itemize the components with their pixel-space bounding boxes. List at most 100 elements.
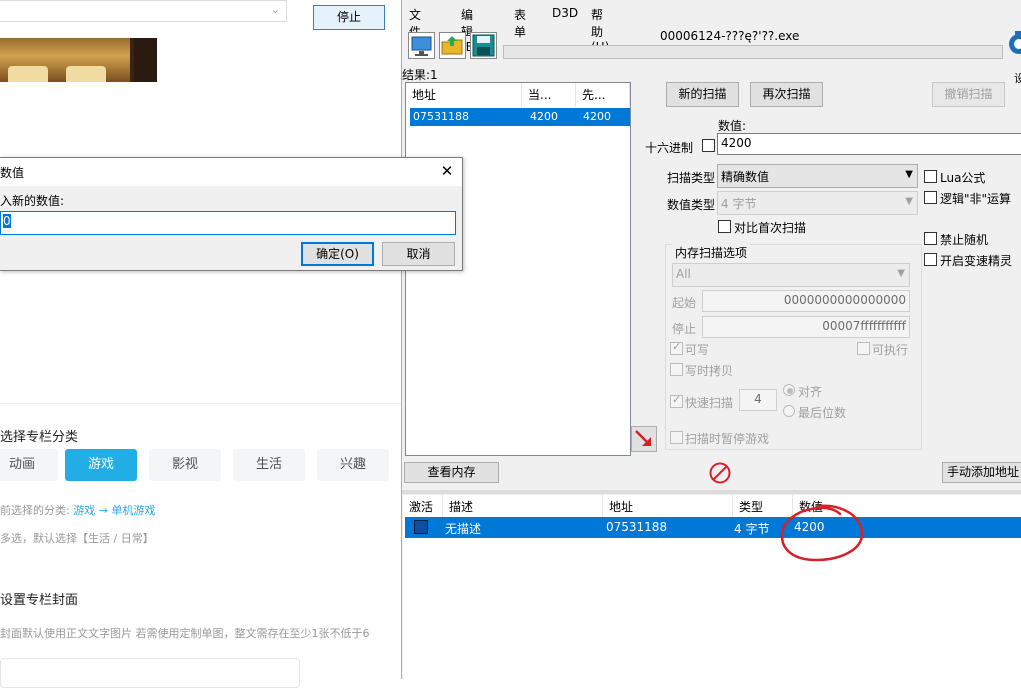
row-table-address: 07531188 [606, 520, 668, 534]
dialog-prompt: 入新的数值: [0, 194, 65, 208]
clear-list-icon[interactable] [708, 461, 732, 485]
add-address-manually-button[interactable]: 手动添加地址 [942, 462, 1021, 483]
scan-type-value: 精确数值 [721, 170, 770, 184]
last-digits-radio[interactable] [783, 405, 795, 417]
hex-checkbox[interactable] [702, 139, 715, 152]
col-type[interactable]: 类型 [733, 495, 793, 519]
selected-category-prefix: 前选择的分类: [0, 504, 70, 517]
logic-not-checkbox[interactable] [924, 191, 937, 204]
selected-category-line: 前选择的分类: 游戏 → 单机游戏 [0, 502, 155, 518]
col-previous[interactable]: 先... [576, 83, 630, 107]
scan-type-label: 扫描类型 [667, 171, 716, 185]
memory-region-value: All [676, 267, 691, 281]
select-process-icon[interactable] [408, 32, 435, 59]
undo-scan-button[interactable]: 撤销扫描 [932, 82, 1005, 107]
start-label: 起始 [672, 296, 697, 310]
cancel-button[interactable]: 取消 [382, 242, 455, 266]
col-address[interactable]: 地址 [406, 83, 522, 107]
speedhack-checkbox[interactable] [924, 253, 937, 266]
value-label: 数值: [718, 119, 747, 133]
logic-not-label: 逻辑"非"运算 [940, 192, 1012, 206]
no-random-label: 禁止随机 [940, 233, 989, 247]
col-current[interactable]: 当... [522, 83, 576, 107]
new-scan-button[interactable]: 新的扫描 [666, 82, 739, 107]
category-games-button[interactable]: 游戏 [65, 449, 137, 481]
stop-label: 停止 [672, 322, 697, 336]
arrow-down-right-icon [635, 430, 651, 446]
executable-checkbox[interactable] [857, 342, 870, 355]
fast-scan-checkbox[interactable] [670, 393, 683, 408]
view-memory-button[interactable]: 查看内存 [404, 462, 499, 483]
memory-region-select[interactable]: All ▼ [672, 263, 910, 287]
add-to-list-arrow-button[interactable] [631, 426, 657, 452]
next-scan-button[interactable]: 再次扫描 [750, 82, 823, 107]
row-value: 4200 [794, 520, 825, 534]
value-type-select[interactable]: 4 字节 ▼ [717, 191, 918, 215]
chevron-down-icon: ⌄ [270, 3, 280, 16]
category-film-button[interactable]: 影视 [149, 449, 221, 481]
ok-button[interactable]: 确定(O) [301, 242, 374, 266]
cheat-table[interactable]: 激活 描述 地址 类型 数值 无描述 07531188 4 字节 4200 [403, 495, 1021, 679]
align-radio[interactable] [783, 384, 795, 396]
open-file-icon[interactable] [439, 32, 466, 59]
value-input[interactable]: 4200 [717, 133, 1021, 155]
divider [0, 403, 401, 404]
chevron-down-icon: ▼ [897, 268, 905, 279]
top-dropdown[interactable]: ⌄ [0, 0, 287, 22]
fast-scan-input[interactable]: 4 [739, 389, 777, 411]
category-life-button[interactable]: 生活 [233, 449, 305, 481]
splitter[interactable] [402, 490, 1021, 494]
cover-upload-box[interactable] [0, 658, 300, 688]
settings-label[interactable]: 设 [1014, 70, 1021, 86]
last-digits-label: 最后位数 [798, 406, 847, 420]
category-section-title: 选择专栏分类 [0, 430, 79, 445]
stop-button[interactable]: 停止 [313, 5, 385, 30]
start-address-input[interactable]: 0000000000000000 [702, 290, 910, 312]
pause-game-checkbox[interactable] [670, 431, 683, 444]
col-active[interactable]: 激活 [403, 495, 443, 519]
menu-table[interactable]: 表单 [514, 6, 526, 40]
chevron-down-icon: ▼ [905, 169, 913, 180]
process-title: 00006124-???ę?'??.exe [660, 29, 800, 43]
table-row[interactable]: 07531188 4200 4200 [410, 108, 630, 126]
chevron-down-icon: ▼ [905, 196, 913, 207]
cover-section-title: 设置专栏封面 [0, 593, 79, 608]
pause-game-label: 扫描时暂停游戏 [685, 432, 770, 446]
compare-first-checkbox[interactable] [718, 220, 731, 233]
col-table-address[interactable]: 地址 [603, 495, 733, 519]
new-value-text: 0 [3, 214, 11, 228]
speedhack-label: 开启变速精灵 [940, 254, 1013, 268]
cheat-engine-logo-icon[interactable]: 设 [1005, 30, 1021, 90]
cheat-engine-window: 文件(F) 编辑(E) 表单 D3D 帮助(H) 00006124-???ę?'… [401, 0, 1021, 679]
col-description[interactable]: 描述 [443, 495, 603, 519]
copy-on-write-checkbox[interactable] [670, 363, 683, 376]
cover-hint: 封面默认使用正文文字图片 若需使用定制单图，整文需存在至少1张不低于6 [0, 627, 370, 640]
close-icon[interactable]: ✕ [436, 161, 458, 181]
scan-progress-bar [503, 45, 1003, 59]
executable-label: 可执行 [872, 343, 909, 357]
selected-category-link[interactable]: 游戏 → 单机游戏 [73, 504, 155, 517]
active-checkbox[interactable] [414, 520, 428, 534]
no-random-checkbox[interactable] [924, 232, 937, 245]
new-value-input[interactable]: 0 [0, 211, 456, 235]
lua-formula-checkbox[interactable] [924, 170, 937, 183]
col-value[interactable]: 数值 [793, 495, 893, 519]
menu-d3d[interactable]: D3D [552, 6, 578, 20]
table-row[interactable]: 无描述 07531188 4 字节 4200 [405, 517, 1021, 538]
results-count: 结果:1 [402, 68, 438, 82]
scan-type-select[interactable]: 精确数值 ▼ [717, 164, 918, 188]
input-value-dialog: 数值 ✕ 入新的数值: 0 确定(O) 取消 [0, 157, 463, 271]
fast-scan-label: 快速扫描 [685, 396, 734, 410]
stop-address-input[interactable]: 00007fffffffffff [702, 316, 910, 338]
value-type-value: 4 字节 [721, 197, 757, 211]
writable-checkbox[interactable] [670, 340, 683, 355]
multi-select-hint: 多选，默认选择【生活 / 日常】 [0, 532, 154, 545]
category-interest-button[interactable]: 兴趣 [317, 449, 389, 481]
align-label: 对齐 [798, 385, 823, 399]
row-address: 07531188 [413, 110, 469, 123]
row-current: 4200 [530, 110, 558, 123]
dialog-title: 数值 [0, 166, 25, 180]
value-type-label: 数值类型 [667, 198, 716, 212]
save-icon[interactable] [470, 32, 497, 59]
category-animation-button[interactable]: 动画 [0, 449, 58, 481]
